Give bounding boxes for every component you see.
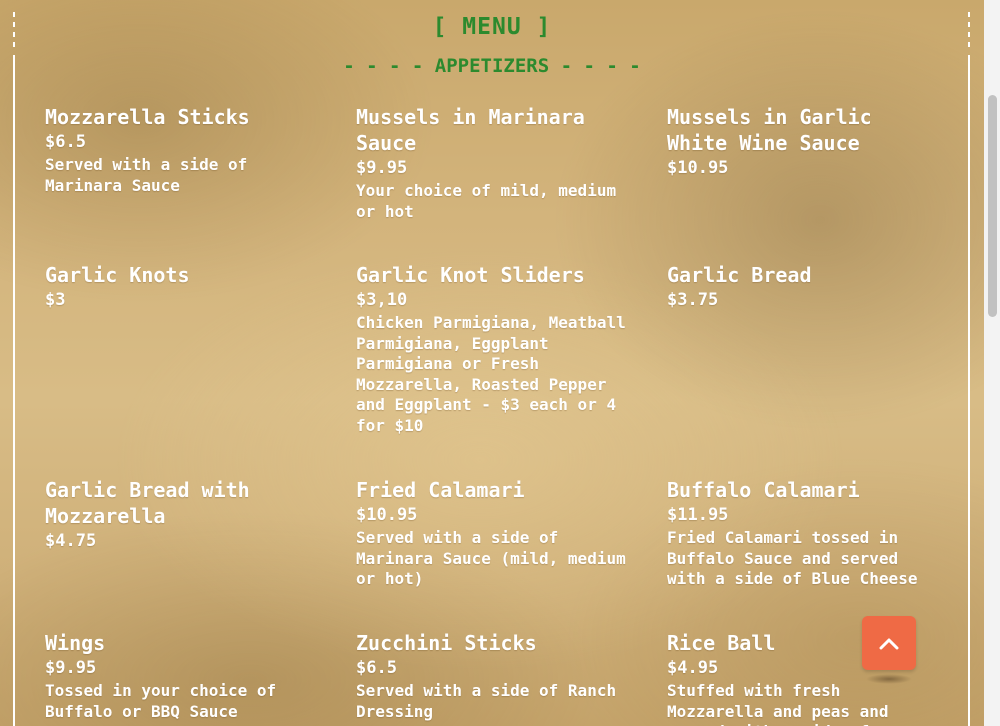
item-price: $6.5 — [356, 658, 397, 678]
menu-item: Buffalo Calamari $11.95 Fried Calamari t… — [667, 477, 927, 590]
item-price: $3 — [45, 290, 66, 310]
item-description: Served with a side of Marinara Sauce — [45, 155, 248, 195]
menu-item: Garlic Knots $3 — [45, 262, 315, 313]
menu-item: Mussels in Garlic White Wine Sauce $10.9… — [667, 104, 927, 181]
frame-border-right — [968, 55, 970, 726]
item-price: $9.95 — [45, 658, 97, 678]
item-name: Mozzarella Sticks — [45, 105, 250, 129]
item-description: Chicken Parmigiana, Meatball Parmigiana,… — [356, 313, 626, 435]
item-name: Mussels in Garlic White Wine Sauce — [667, 105, 872, 155]
menu-item: Mussels in Marinara Sauce $9.95 Your cho… — [356, 104, 626, 222]
menu-item: Garlic Knot Sliders $3,10 Chicken Parmig… — [356, 262, 626, 436]
item-price: $10.95 — [356, 505, 418, 525]
item-price: $4.75 — [45, 531, 97, 551]
frame-border-left — [13, 55, 15, 726]
item-description: Served with a side of Marinara Sauce (mi… — [356, 528, 626, 588]
item-description: Served with a side of Ranch Dressing — [356, 681, 617, 721]
menu-title: [ MENU ] — [432, 14, 552, 40]
scroll-top-button-shadow — [866, 674, 912, 684]
item-price: $6.5 — [45, 132, 86, 152]
menu-item: Garlic Bread with Mozzarella $4.75 — [45, 477, 315, 554]
item-name: Fried Calamari — [356, 478, 525, 502]
item-description: Your choice of mild, medium or hot — [356, 181, 617, 221]
menu-item: Mozzarella Sticks $6.5 Served with a sid… — [45, 104, 315, 196]
menu-item: Garlic Bread $3.75 — [667, 262, 927, 313]
item-price: $3,10 — [356, 290, 408, 310]
item-description: Stuffed with fresh Mozzarella and peas a… — [667, 681, 889, 726]
item-description: Tossed in your choice of Buffalo or BBQ … — [45, 681, 277, 721]
item-name: Mussels in Marinara Sauce — [356, 105, 585, 155]
item-name: Garlic Bread — [667, 263, 812, 287]
menu-item: Wings $9.95 Tossed in your choice of Buf… — [45, 630, 315, 722]
menu-item: Fried Calamari $10.95 Served with a side… — [356, 477, 626, 590]
item-name: Buffalo Calamari — [667, 478, 860, 502]
item-price: $9.95 — [356, 158, 408, 178]
item-name: Garlic Bread with Mozzarella — [45, 478, 250, 528]
chevron-up-icon — [879, 638, 899, 650]
menu-item: Zucchini Sticks $6.5 Served with a side … — [356, 630, 626, 722]
item-price: $10.95 — [667, 158, 729, 178]
item-name: Garlic Knots — [45, 263, 190, 287]
item-name: Wings — [45, 631, 106, 655]
item-description: Fried Calamari tossed in Buffalo Sauce a… — [667, 528, 918, 588]
page-scrollbar-thumb[interactable] — [988, 95, 997, 317]
item-price: $3.75 — [667, 290, 719, 310]
item-name: Garlic Knot Sliders — [356, 263, 585, 287]
item-name: Zucchini Sticks — [356, 631, 537, 655]
item-price: $11.95 — [667, 505, 729, 525]
section-title-appetizers: - - - - APPETIZERS - - - - — [343, 55, 641, 77]
scroll-to-top-button[interactable] — [862, 616, 916, 670]
